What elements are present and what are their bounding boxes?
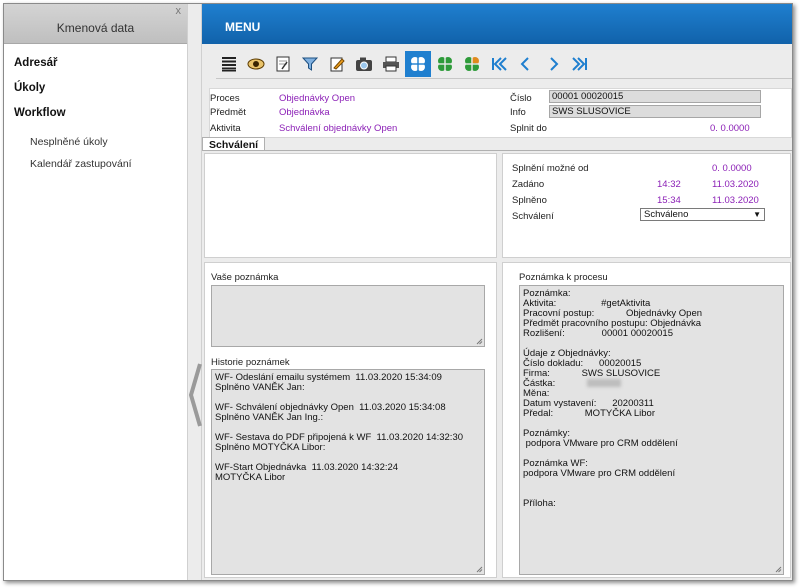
zadano-label: Zadáno <box>512 179 545 190</box>
sidebar-item-ukoly[interactable]: Úkoly <box>4 82 187 94</box>
proces-value: Objednávky Open <box>279 93 356 104</box>
process-form: Proces Objednávky Open Předmět Objednávk… <box>209 88 792 138</box>
chevron-left-icon <box>188 363 202 427</box>
approval-panel-left <box>204 153 497 258</box>
info-field[interactable]: SWS SLUSOVICE <box>549 105 761 118</box>
splnit-do-label: Splnit do <box>510 123 547 134</box>
menu-title[interactable]: MENU <box>225 20 260 34</box>
history-line: MOTYČKA Libor <box>215 472 286 483</box>
process-note-line: Rozlišení: 00001 00020015 <box>523 328 673 339</box>
poznamka-k-procesu-textarea[interactable]: Poznámka: Aktivita: #getAktivita Pracovn… <box>519 285 784 575</box>
poznamka-k-procesu-label: Poznámka k procesu <box>519 272 608 283</box>
proces-label: Proces <box>210 93 240 104</box>
predmet-label: Předmět <box>210 107 246 118</box>
sidebar-collapse-handle[interactable] <box>187 4 202 580</box>
main-area: MENU Proces Objednávky Open Předmět Obje… <box>202 4 792 580</box>
camera-icon[interactable] <box>351 51 377 77</box>
splneno-label: Splněno <box>512 195 547 206</box>
historie-poznamek-textarea[interactable]: WF- Odeslání emailu systémem 11.03.2020 … <box>211 369 485 575</box>
last-page-icon[interactable] <box>567 51 593 77</box>
filter-icon[interactable] <box>297 51 323 77</box>
sidebar-subitem-nesplnene-ukoly[interactable]: Nesplněné úkoly <box>4 136 187 148</box>
sidebar-item-adresar[interactable]: Adresář <box>4 57 187 69</box>
toolbar <box>216 49 792 79</box>
app-window: Kmenová data x Adresář Úkoly Workflow Ne… <box>3 3 793 581</box>
sidebar: Kmenová data x Adresář Úkoly Workflow Ne… <box>4 4 187 580</box>
schvaleni-label: Schválení <box>512 211 554 222</box>
clover-blue-icon[interactable] <box>405 50 431 77</box>
history-line: Splněno VANĚK Jan Ing.: <box>215 412 324 423</box>
prev-page-icon[interactable] <box>513 51 539 77</box>
aktivita-value: Schválení objednávky Open <box>279 123 398 134</box>
history-line: Splněno MOTYČKA Libor: <box>215 442 326 453</box>
schvaleni-select-value: Schváleno <box>644 209 689 220</box>
splneni-mozne-label: Splnění možné od <box>512 163 589 174</box>
clover-green-icon[interactable] <box>432 51 458 77</box>
redacted-amount <box>586 379 621 388</box>
menu-bar[interactable]: MENU <box>202 4 792 44</box>
zadano-time: 14:32 <box>657 179 681 190</box>
sidebar-subitem-kalendar-zastupovani[interactable]: Kalendář zastupování <box>4 158 187 170</box>
clover-orange-icon[interactable] <box>459 51 485 77</box>
process-note-line: podpora VMware pro CRM oddělení <box>523 468 676 479</box>
predmet-value: Objednávka <box>279 107 330 118</box>
dropdown-arrow-icon: ▼ <box>753 210 761 219</box>
process-note-line <box>523 479 780 489</box>
sidebar-header: Kmenová data x <box>4 4 187 44</box>
document-icon[interactable] <box>270 51 296 77</box>
tab-schvaleni[interactable]: Schválení <box>202 137 266 151</box>
process-note-panel: Poznámka k procesu Poznámka: Aktivita: #… <box>502 262 791 578</box>
process-note-line: Částka: <box>523 379 780 389</box>
sidebar-title: Kmenová data <box>56 21 135 35</box>
cislo-label: Číslo <box>510 93 532 104</box>
splneno-time: 15:34 <box>657 195 681 206</box>
splneni-mozne-date: 0. 0.0000 <box>712 163 752 174</box>
splneno-date: 11.03.2020 <box>712 195 759 206</box>
info-label: Info <box>510 107 526 118</box>
historie-poznamek-label: Historie poznámek <box>211 357 290 368</box>
resize-grip-icon[interactable] <box>775 566 782 573</box>
eye-icon[interactable] <box>243 51 269 77</box>
vase-poznamka-textarea[interactable] <box>211 285 485 347</box>
list-icon[interactable] <box>216 51 242 77</box>
print-icon[interactable] <box>378 51 404 77</box>
sidebar-item-workflow[interactable]: Workflow <box>4 107 187 119</box>
process-note-line: Předal: MOTYČKA Libor <box>523 408 655 419</box>
next-page-icon[interactable] <box>540 51 566 77</box>
process-note-line: podpora VMware pro CRM oddělení <box>523 438 678 449</box>
zadano-date: 11.03.2020 <box>712 179 759 190</box>
edit-icon[interactable] <box>324 51 350 77</box>
sidebar-close-icon[interactable]: x <box>176 4 182 18</box>
schvaleni-select[interactable]: Schváleno ▼ <box>640 208 765 221</box>
aktivita-label: Aktivita <box>210 123 241 134</box>
notes-panel: Vaše poznámka Historie poznámek WF- Odes… <box>204 262 497 578</box>
splnit-do-value: 0. 0.0000 <box>710 123 750 134</box>
tab-divider <box>202 150 792 151</box>
resize-grip-icon[interactable] <box>476 566 483 573</box>
history-line: Splněno VANĚK Jan: <box>215 382 305 393</box>
process-note-line <box>523 489 780 499</box>
resize-grip-icon[interactable] <box>476 338 483 345</box>
process-note-line: Příloha: <box>523 498 556 509</box>
schedule-panel: Splnění možné od 0. 0.0000 Zadáno 14:32 … <box>502 153 791 258</box>
first-page-icon[interactable] <box>486 51 512 77</box>
vase-poznamka-label: Vaše poznámka <box>211 272 279 283</box>
cislo-field[interactable]: 00001 00020015 <box>549 90 761 103</box>
